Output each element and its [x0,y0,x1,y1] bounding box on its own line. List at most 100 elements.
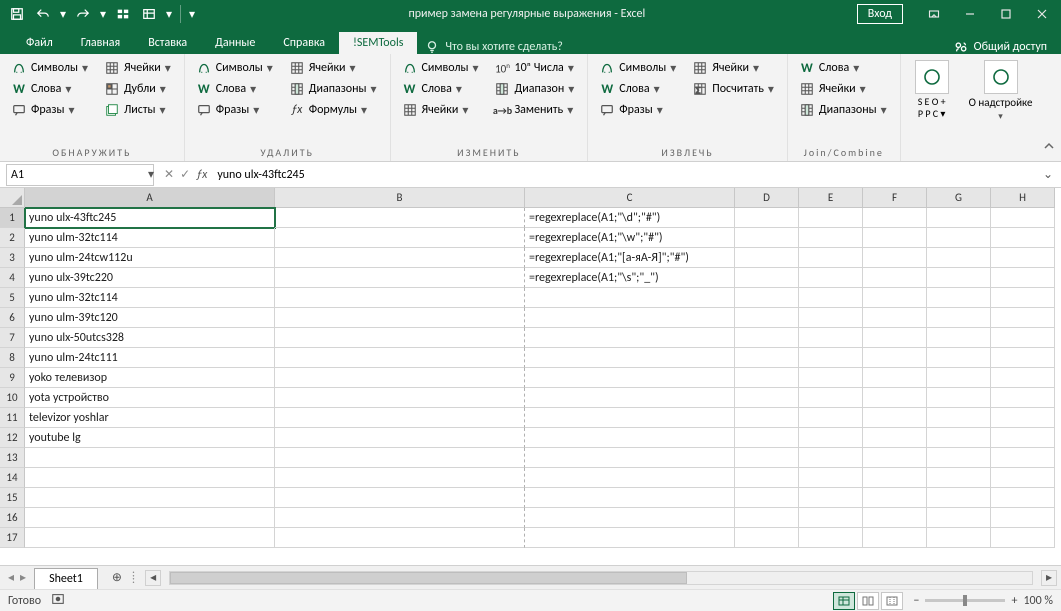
cell-F15[interactable] [863,488,927,508]
row-header-3[interactable]: 3 [0,248,25,268]
cell-H16[interactable] [991,508,1055,528]
cell-H3[interactable] [991,248,1055,268]
ribbon-btn-слова[interactable]: WСлова▾ [8,79,93,99]
cell-D10[interactable] [735,388,799,408]
cell-G11[interactable] [927,408,991,428]
cell-D9[interactable] [735,368,799,388]
cell-C7[interactable] [525,328,735,348]
cell-C3[interactable]: =regexreplace(A1;"[а-яА-Я]";"#") [525,248,735,268]
cell-F3[interactable] [863,248,927,268]
cell-G2[interactable] [927,228,991,248]
cell-F12[interactable] [863,428,927,448]
cell-E2[interactable] [799,228,863,248]
cell-C6[interactable] [525,308,735,328]
view-page-layout-icon[interactable] [857,592,879,610]
cell-A9[interactable]: yoko телевизор [25,368,275,388]
name-box-dropdown-icon[interactable]: ▾ [148,167,154,182]
cell-G7[interactable] [927,328,991,348]
ribbon-btn-заменить[interactable]: a→bЗаменить▾ [491,100,579,120]
qat-custom1-icon[interactable] [112,3,134,25]
qat-custom2-dropdown-icon[interactable]: ▾ [164,3,174,25]
cell-F7[interactable] [863,328,927,348]
cell-E10[interactable] [799,388,863,408]
row-header-15[interactable]: 15 [0,488,25,508]
qat-customize-icon[interactable]: ▾ [187,3,197,25]
share-button[interactable]: Общий доступ [954,40,1047,54]
row-header-17[interactable]: 17 [0,528,25,548]
cell-C15[interactable] [525,488,735,508]
zoom-in-icon[interactable]: + [1011,594,1017,608]
cell-A2[interactable]: yuno ulm-32tc114 [25,228,275,248]
cell-H8[interactable] [991,348,1055,368]
ribbon-options-icon[interactable] [917,3,951,25]
tab-файл[interactable]: Файл [12,32,67,54]
cell-C4[interactable]: =regexreplace(A1;"\s";"_") [525,268,735,288]
ribbon-btn-фразы[interactable]: Фразы▾ [596,100,681,120]
zoom-value[interactable]: 100 % [1023,594,1053,608]
ribbon-btn-слова[interactable]: WСлова▾ [193,79,278,99]
cell-B14[interactable] [275,468,525,488]
cell-B1[interactable] [275,208,525,228]
cell-C16[interactable] [525,508,735,528]
cell-C17[interactable] [525,528,735,548]
ribbon-btn-посчитать[interactable]: ΣПосчитать▾ [689,79,779,99]
col-header-B[interactable]: B [275,188,525,208]
ribbon-btn-ячейки[interactable]: Ячейки▾ [796,79,892,99]
ribbon-btn-фразы[interactable]: Фразы▾ [8,100,93,120]
cell-B9[interactable] [275,368,525,388]
login-button[interactable]: Вход [857,4,903,24]
cell-E1[interactable] [799,208,863,228]
zoom-slider[interactable] [925,599,1005,602]
cell-B11[interactable] [275,408,525,428]
cell-D14[interactable] [735,468,799,488]
cell-E15[interactable] [799,488,863,508]
cell-A12[interactable]: youtube lg [25,428,275,448]
cell-D11[interactable] [735,408,799,428]
cell-G15[interactable] [927,488,991,508]
undo-icon[interactable] [32,3,54,25]
cell-F8[interactable] [863,348,927,368]
ribbon-btn-диапазоны[interactable]: Диапазоны▾ [796,100,892,120]
cell-C13[interactable] [525,448,735,468]
cell-C2[interactable]: =regexreplace(A1;"\w";"#") [525,228,735,248]
cell-A14[interactable] [25,468,275,488]
cell-E16[interactable] [799,508,863,528]
cell-E11[interactable] [799,408,863,428]
cell-H10[interactable] [991,388,1055,408]
macro-record-icon[interactable] [51,592,65,610]
cell-B15[interactable] [275,488,525,508]
col-header-H[interactable]: H [991,188,1055,208]
cell-G8[interactable] [927,348,991,368]
cell-E8[interactable] [799,348,863,368]
cell-F1[interactable] [863,208,927,228]
cell-C9[interactable] [525,368,735,388]
cell-H17[interactable] [991,528,1055,548]
ribbon-btn-символы[interactable]: Символы▾ [8,58,93,78]
cell-G17[interactable] [927,528,991,548]
cell-G13[interactable] [927,448,991,468]
col-header-A[interactable]: A [25,188,275,208]
ribbon-btn-ячейки[interactable]: Ячейки▾ [399,100,484,120]
cell-E17[interactable] [799,528,863,548]
sheet-nav-next-icon[interactable]: ▸ [18,568,28,587]
maximize-icon[interactable] [989,3,1023,25]
cell-B7[interactable] [275,328,525,348]
row-header-1[interactable]: 1 [0,208,25,228]
seo-ppc-button[interactable]: S E O + P P C ▾ [909,58,955,144]
row-header-5[interactable]: 5 [0,288,25,308]
cell-H4[interactable] [991,268,1055,288]
cell-C11[interactable] [525,408,735,428]
cell-F9[interactable] [863,368,927,388]
cell-A17[interactable] [25,528,275,548]
cell-B8[interactable] [275,348,525,368]
hscroll-thumb[interactable] [170,572,687,584]
col-header-D[interactable]: D [735,188,799,208]
cell-F14[interactable] [863,468,927,488]
spreadsheet-grid[interactable]: ABCDEFGH1yuno ulx-43ftc245=regexreplace(… [0,188,1061,569]
view-page-break-icon[interactable] [881,592,903,610]
undo-dropdown-icon[interactable]: ▾ [58,3,68,25]
ribbon-btn-дубли[interactable]: Дубли▾ [101,79,176,99]
cell-F10[interactable] [863,388,927,408]
cell-A8[interactable]: yuno ulm-24tc111 [25,348,275,368]
cell-B16[interactable] [275,508,525,528]
